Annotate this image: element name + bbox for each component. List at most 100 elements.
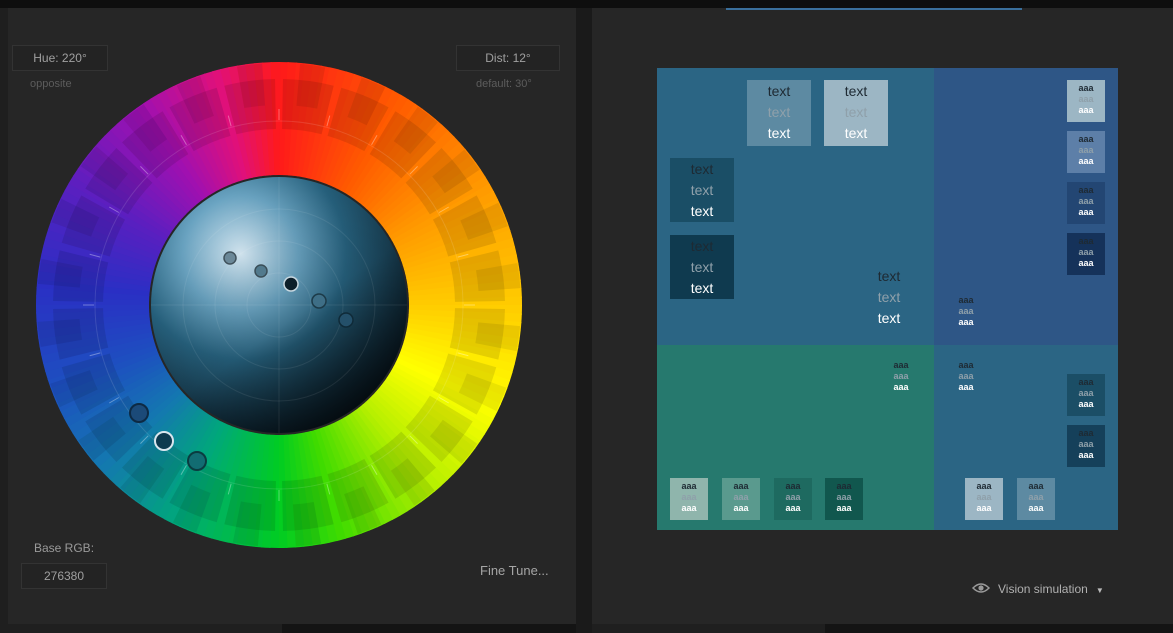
sample-text: text	[690, 161, 714, 177]
sample-text: aaa	[976, 492, 992, 502]
small-text-contrast-sample: aaa aaa aaa	[947, 357, 985, 399]
sample-text: aaa	[1078, 83, 1094, 93]
text-contrast-sample: text text text	[857, 265, 921, 331]
dropdown-caret-icon: ▼	[1095, 586, 1104, 595]
sample-text: aaa	[681, 503, 697, 513]
sample-text: aaa	[836, 481, 852, 491]
panel-divider	[576, 8, 592, 633]
text-contrast-sample: text text text	[670, 158, 734, 222]
sample-text: text	[877, 310, 901, 326]
sample-text: text	[690, 259, 714, 275]
sample-text: aaa	[1078, 258, 1094, 268]
small-text-contrast-sample: aaa aaa aaa	[1067, 233, 1105, 275]
sample-text: aaa	[958, 371, 974, 381]
sample-text: aaa	[1078, 105, 1094, 115]
sample-text: aaa	[836, 503, 852, 513]
sample-text: aaa	[893, 382, 909, 392]
saturation-marker[interactable]	[311, 293, 327, 309]
saturation-marker[interactable]	[254, 264, 268, 278]
sample-text: aaa	[976, 503, 992, 513]
scrollbar-track-right[interactable]	[825, 624, 1173, 633]
sample-text: aaa	[733, 503, 749, 513]
vision-simulation-dropdown[interactable]: Vision simulation ▼	[971, 580, 1104, 599]
sample-text: aaa	[958, 382, 974, 392]
small-text-contrast-sample: aaa aaa aaa	[722, 478, 760, 520]
hue-marker[interactable]	[187, 451, 207, 471]
color-wheel[interactable]	[36, 62, 522, 548]
saturation-marker-selected[interactable]	[283, 276, 299, 292]
sample-text: aaa	[733, 492, 749, 502]
small-text-contrast-sample: aaa aaa aaa	[1067, 80, 1105, 122]
sample-text: text	[844, 104, 868, 120]
text-contrast-sample: text text text	[747, 80, 811, 146]
color-wheel-graphic[interactable]	[36, 62, 522, 548]
saturation-marker[interactable]	[223, 251, 237, 265]
sample-text: aaa	[1078, 399, 1094, 409]
active-tab-indicator	[726, 8, 1022, 10]
sample-text: aaa	[1078, 439, 1094, 449]
sample-text: aaa	[1078, 156, 1094, 166]
sample-text: text	[844, 125, 868, 141]
small-text-contrast-sample: aaa aaa aaa	[882, 357, 920, 399]
sample-text: aaa	[1078, 428, 1094, 438]
sample-text: aaa	[1078, 196, 1094, 206]
sample-text: aaa	[976, 481, 992, 491]
small-text-contrast-sample: aaa aaa aaa	[1017, 478, 1055, 520]
hue-marker[interactable]	[129, 403, 149, 423]
small-text-contrast-sample: aaa aaa aaa	[1067, 131, 1105, 173]
small-text-contrast-sample: aaa aaa aaa	[825, 478, 863, 520]
sample-text: aaa	[1078, 207, 1094, 217]
saturation-marker[interactable]	[338, 312, 354, 328]
small-text-contrast-sample: aaa aaa aaa	[1067, 425, 1105, 467]
hue-marker-base[interactable]	[154, 431, 174, 451]
sample-text: aaa	[893, 360, 909, 370]
sample-text: aaa	[1078, 185, 1094, 195]
sample-text: aaa	[1078, 377, 1094, 387]
sample-text: aaa	[785, 492, 801, 502]
eye-icon	[971, 581, 991, 599]
vision-simulation-label: Vision simulation	[998, 582, 1088, 596]
small-text-contrast-sample: aaa aaa aaa	[947, 292, 985, 334]
sample-text: aaa	[785, 481, 801, 491]
sample-text: text	[690, 182, 714, 198]
color-preview: text text text text text text text text text text…	[657, 68, 1118, 530]
sample-text: aaa	[958, 317, 974, 327]
sample-text: aaa	[1028, 492, 1044, 502]
sample-text: aaa	[681, 492, 697, 502]
text-contrast-sample: text text text	[670, 235, 734, 299]
small-text-contrast-sample: aaa aaa aaa	[670, 478, 708, 520]
sample-text: aaa	[1078, 145, 1094, 155]
sample-text: aaa	[893, 371, 909, 381]
small-text-contrast-sample: aaa aaa aaa	[1067, 374, 1105, 416]
sample-text: text	[690, 203, 714, 219]
base-rgb-input[interactable]: 276380	[21, 563, 107, 589]
sample-text: aaa	[958, 306, 974, 316]
sample-text: aaa	[1078, 388, 1094, 398]
sample-text: aaa	[785, 503, 801, 513]
sample-text: aaa	[1078, 94, 1094, 104]
sample-text: aaa	[1078, 450, 1094, 460]
sample-text: text	[877, 268, 901, 284]
sample-text: aaa	[1078, 236, 1094, 246]
small-text-contrast-sample: aaa aaa aaa	[965, 478, 1003, 520]
sample-text: text	[690, 280, 714, 296]
text-contrast-sample: text text text	[824, 80, 888, 146]
window-top-border	[0, 0, 1173, 8]
sample-text: text	[877, 289, 901, 305]
sample-text: aaa	[958, 295, 974, 305]
sample-text: aaa	[1028, 503, 1044, 513]
sample-text: aaa	[681, 481, 697, 491]
small-text-contrast-sample: aaa aaa aaa	[1067, 182, 1105, 224]
sample-text: text	[844, 83, 868, 99]
sample-text: aaa	[1078, 134, 1094, 144]
sample-text: aaa	[836, 492, 852, 502]
sample-text: text	[767, 104, 791, 120]
small-text-contrast-sample: aaa aaa aaa	[774, 478, 812, 520]
sample-text: aaa	[958, 360, 974, 370]
sample-text: aaa	[733, 481, 749, 491]
sample-text: text	[767, 83, 791, 99]
scrollbar-track-left[interactable]	[282, 624, 576, 633]
fine-tune-button[interactable]: Fine Tune...	[480, 563, 549, 578]
sample-text: text	[690, 238, 714, 254]
sample-text: text	[767, 125, 791, 141]
